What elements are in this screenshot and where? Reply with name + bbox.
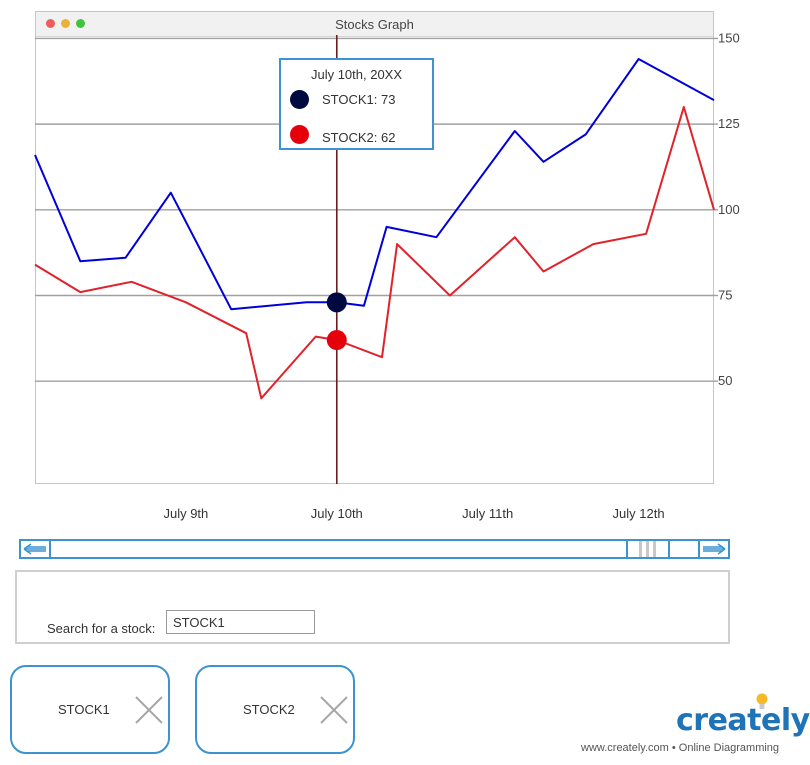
stock-chip-stock2[interactable]: STOCK2 bbox=[195, 665, 355, 754]
search-panel: Search for a stock: bbox=[15, 570, 730, 644]
x-tick-label: July 10th bbox=[311, 506, 363, 521]
tooltip-stock1-swatch bbox=[290, 90, 309, 109]
brand-tagline: www.creately.com • Online Diagramming bbox=[581, 742, 780, 754]
scroll-thumb[interactable] bbox=[626, 541, 670, 557]
stock-chip-stock1[interactable]: STOCK1 bbox=[10, 665, 170, 754]
scroll-grip bbox=[639, 541, 642, 557]
tooltip-stock2-value: STOCK2: 62 bbox=[322, 130, 396, 145]
scroll-right-button[interactable] bbox=[698, 541, 728, 557]
scroll-grip bbox=[646, 541, 649, 557]
tooltip-stock1-value: STOCK1: 73 bbox=[322, 92, 396, 107]
x-tick-label: July 11th bbox=[462, 506, 513, 521]
y-tick-label: 150 bbox=[718, 30, 740, 45]
stock-search-input[interactable] bbox=[166, 610, 315, 634]
close-x-icon[interactable] bbox=[319, 695, 349, 725]
chip-label: STOCK2 bbox=[243, 702, 295, 717]
x-tick-label: July 9th bbox=[163, 506, 208, 521]
close-x-icon[interactable] bbox=[134, 695, 164, 725]
double-arrow-left-icon bbox=[23, 543, 46, 555]
double-arrow-right-icon bbox=[703, 543, 726, 555]
y-tick-label: 75 bbox=[718, 287, 732, 302]
y-tick-label: 50 bbox=[718, 373, 732, 388]
tooltip-stock2-swatch bbox=[290, 125, 309, 144]
chart-tooltip: July 10th, 20XX STOCK1: 73 STOCK2: 62 bbox=[279, 58, 434, 150]
data-point-marker-stock2 bbox=[326, 330, 347, 351]
search-label: Search for a stock: bbox=[47, 621, 156, 636]
series-line-stock2 bbox=[34, 106, 715, 400]
chip-label: STOCK1 bbox=[58, 702, 110, 717]
brand-name: creately bbox=[676, 703, 810, 738]
creately-logo: creately bbox=[676, 693, 810, 743]
y-tick-label: 100 bbox=[718, 202, 740, 217]
scroll-left-button[interactable] bbox=[21, 541, 51, 557]
time-scrollbar[interactable] bbox=[19, 539, 730, 559]
scroll-grip bbox=[653, 541, 656, 557]
tooltip-date: July 10th, 20XX bbox=[310, 67, 403, 82]
y-tick-label: 125 bbox=[718, 116, 740, 131]
data-point-marker-stock1 bbox=[326, 292, 347, 313]
x-tick-label: July 12th bbox=[613, 506, 665, 521]
